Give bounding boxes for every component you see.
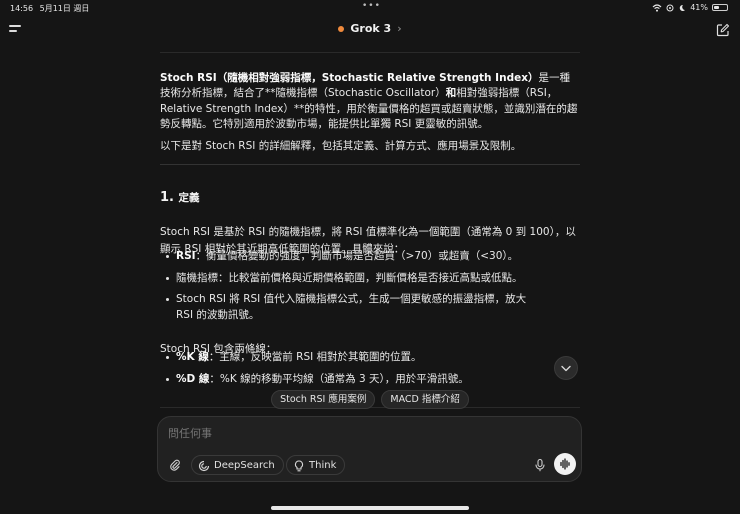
list-item: %D 線：%K 線的移動平均線（通常為 3 天），用於平滑訊號。 bbox=[160, 372, 580, 388]
app-header: Grok 3 › bbox=[0, 18, 740, 44]
list-item: RSI：衡量價格變動的強度，判斷市場是否超買（>70）或超賣（<30）。 bbox=[160, 249, 580, 265]
paperclip-icon[interactable] bbox=[168, 458, 182, 472]
definition-list: RSI：衡量價格變動的強度，判斷市場是否超買（>70）或超賣（<30）。 隨機指… bbox=[160, 249, 580, 329]
list-item-bold: %D 線 bbox=[176, 372, 210, 385]
lightbulb-icon bbox=[294, 460, 304, 472]
intro-bold-2: 和 bbox=[445, 87, 457, 99]
message-composer: DeepSearch Think bbox=[157, 416, 582, 482]
divider bbox=[160, 52, 580, 53]
multitasking-dots[interactable]: ••• bbox=[362, 1, 381, 11]
chevron-right-icon: › bbox=[397, 22, 402, 35]
model-selector[interactable]: Grok 3 › bbox=[0, 22, 740, 35]
think-button[interactable]: Think bbox=[286, 455, 346, 475]
battery-percent: 41% bbox=[690, 3, 708, 12]
wifi-icon bbox=[652, 3, 662, 12]
voice-mode-button[interactable] bbox=[554, 453, 576, 475]
status-date: 5月11日 週日 bbox=[39, 4, 90, 13]
section-title: 定義 bbox=[178, 192, 200, 204]
model-status-dot bbox=[338, 26, 345, 32]
list-item-text: Stoch RSI 將 RSI 值代入隨機指標公式，生成一個更敏感的振盪指標，放… bbox=[176, 293, 527, 321]
message-input[interactable] bbox=[168, 427, 528, 440]
section-number: 1. bbox=[160, 190, 174, 205]
intro-paragraph: Stoch RSI（隨機相對強弱指標，Stochastic Relative S… bbox=[160, 71, 580, 133]
suggestion-chip[interactable]: Stoch RSI 應用案例 bbox=[271, 390, 376, 409]
home-indicator[interactable] bbox=[271, 506, 469, 510]
battery-icon bbox=[712, 4, 728, 11]
list-item-text: ：%K 線的移動平均線（通常為 3 天），用於平滑訊號。 bbox=[209, 372, 469, 385]
deepsearch-button[interactable]: DeepSearch bbox=[191, 455, 284, 475]
status-bar: 14:56 5月11日 週日 ••• 41% bbox=[0, 0, 740, 14]
scroll-to-bottom-button[interactable] bbox=[554, 356, 578, 380]
list-item-bold: %K 線 bbox=[176, 351, 209, 363]
new-chat-icon[interactable] bbox=[716, 23, 730, 37]
summary-paragraph: 以下是對 Stoch RSI 的詳細解釋，包括其定義、計算方式、應用場景及限制。 bbox=[160, 139, 522, 152]
suggestion-chips: Stoch RSI 應用案例 MACD 指標介紹 bbox=[0, 390, 740, 409]
think-label: Think bbox=[309, 460, 337, 471]
section-heading: 1. 定義 bbox=[160, 190, 200, 205]
model-name: Grok 3 bbox=[350, 22, 392, 35]
list-item-text: 隨機指標：比較當前價格與近期價格範圍，判斷價格是否接近高點或低點。 bbox=[176, 271, 523, 284]
deepsearch-label: DeepSearch bbox=[214, 460, 275, 471]
list-item: Stoch RSI 將 RSI 值代入隨機指標公式，生成一個更敏感的振盪指標，放… bbox=[160, 292, 546, 323]
suggestion-chip[interactable]: MACD 指標介紹 bbox=[381, 390, 469, 409]
voice-wave-icon bbox=[560, 458, 570, 470]
list-item: %K 線：主線，反映當前 RSI 相對於其範圍的位置。 bbox=[160, 350, 580, 366]
list-item-text: ：衡量價格變動的強度，判斷市場是否超買（>70）或超賣（<30）。 bbox=[195, 250, 519, 262]
list-item-bold: RSI bbox=[176, 250, 196, 262]
chevron-down-icon bbox=[561, 365, 571, 372]
deepsearch-icon bbox=[198, 460, 210, 472]
intro-bold: Stoch RSI（隨機相對強弱指標，Stochastic Relative S… bbox=[160, 71, 539, 84]
microphone-icon[interactable] bbox=[533, 458, 547, 472]
list-item: 隨機指標：比較當前價格與近期價格範圍，判斷價格是否接近高點或低點。 bbox=[160, 271, 580, 287]
status-time: 14:56 bbox=[10, 4, 34, 13]
location-icon bbox=[666, 4, 674, 11]
list-item-text: ：主線，反映當前 RSI 相對於其範圍的位置。 bbox=[208, 351, 422, 363]
lines-list: %K 線：主線，反映當前 RSI 相對於其範圍的位置。 %D 線：%K 線的移動… bbox=[160, 350, 580, 393]
moon-icon bbox=[679, 4, 686, 11]
section-divider bbox=[160, 164, 580, 165]
